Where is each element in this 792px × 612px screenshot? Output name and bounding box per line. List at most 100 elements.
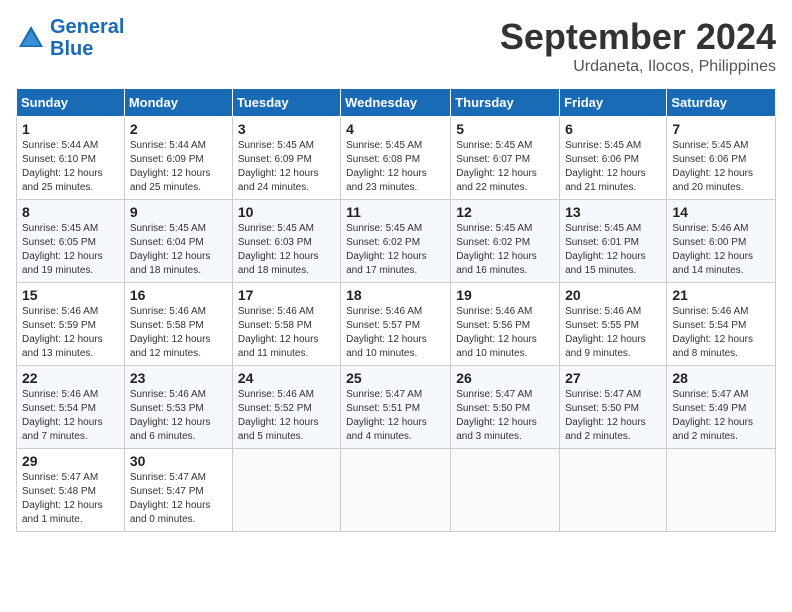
table-cell: 7 Sunrise: 5:45 AMSunset: 6:06 PMDayligh… <box>667 117 776 200</box>
day-info: Sunrise: 5:45 AMSunset: 6:02 PMDaylight:… <box>346 223 427 276</box>
day-number: 6 <box>565 121 661 137</box>
day-info: Sunrise: 5:46 AMSunset: 5:59 PMDaylight:… <box>22 306 103 359</box>
table-cell: 19 Sunrise: 5:46 AMSunset: 5:56 PMDaylig… <box>451 283 560 366</box>
day-info: Sunrise: 5:45 AMSunset: 6:06 PMDaylight:… <box>565 140 646 193</box>
table-cell: 2 Sunrise: 5:44 AMSunset: 6:09 PMDayligh… <box>124 117 232 200</box>
table-row: 29 Sunrise: 5:47 AMSunset: 5:48 PMDaylig… <box>17 449 776 532</box>
table-row: 8 Sunrise: 5:45 AMSunset: 6:05 PMDayligh… <box>17 200 776 283</box>
header-wednesday: Wednesday <box>341 89 451 117</box>
day-info: Sunrise: 5:45 AMSunset: 6:04 PMDaylight:… <box>130 223 211 276</box>
table-row: 15 Sunrise: 5:46 AMSunset: 5:59 PMDaylig… <box>17 283 776 366</box>
day-number: 28 <box>672 370 770 386</box>
day-info: Sunrise: 5:46 AMSunset: 5:54 PMDaylight:… <box>672 306 753 359</box>
day-number: 16 <box>130 287 227 303</box>
day-info: Sunrise: 5:47 AMSunset: 5:49 PMDaylight:… <box>672 389 753 442</box>
day-info: Sunrise: 5:47 AMSunset: 5:50 PMDaylight:… <box>565 389 646 442</box>
day-number: 14 <box>672 204 770 220</box>
day-info: Sunrise: 5:47 AMSunset: 5:48 PMDaylight:… <box>22 472 103 525</box>
day-number: 7 <box>672 121 770 137</box>
day-info: Sunrise: 5:46 AMSunset: 5:54 PMDaylight:… <box>22 389 103 442</box>
day-info: Sunrise: 5:47 AMSunset: 5:50 PMDaylight:… <box>456 389 537 442</box>
day-number: 1 <box>22 121 119 137</box>
day-info: Sunrise: 5:47 AMSunset: 5:47 PMDaylight:… <box>130 472 211 525</box>
table-cell: 24 Sunrise: 5:46 AMSunset: 5:52 PMDaylig… <box>232 366 340 449</box>
day-info: Sunrise: 5:46 AMSunset: 6:00 PMDaylight:… <box>672 223 753 276</box>
table-cell: 27 Sunrise: 5:47 AMSunset: 5:50 PMDaylig… <box>560 366 667 449</box>
table-cell: 4 Sunrise: 5:45 AMSunset: 6:08 PMDayligh… <box>341 117 451 200</box>
day-number: 21 <box>672 287 770 303</box>
day-info: Sunrise: 5:46 AMSunset: 5:53 PMDaylight:… <box>130 389 211 442</box>
table-cell <box>667 449 776 532</box>
table-cell <box>341 449 451 532</box>
day-info: Sunrise: 5:45 AMSunset: 6:09 PMDaylight:… <box>238 140 319 193</box>
day-number: 24 <box>238 370 335 386</box>
header-monday: Monday <box>124 89 232 117</box>
table-cell: 1 Sunrise: 5:44 AMSunset: 6:10 PMDayligh… <box>17 117 125 200</box>
table-cell: 14 Sunrise: 5:46 AMSunset: 6:00 PMDaylig… <box>667 200 776 283</box>
day-info: Sunrise: 5:45 AMSunset: 6:02 PMDaylight:… <box>456 223 537 276</box>
day-number: 20 <box>565 287 661 303</box>
header-tuesday: Tuesday <box>232 89 340 117</box>
day-info: Sunrise: 5:45 AMSunset: 6:06 PMDaylight:… <box>672 140 753 193</box>
day-number: 2 <box>130 121 227 137</box>
calendar-subtitle: Urdaneta, Ilocos, Philippines <box>500 58 776 76</box>
table-cell: 21 Sunrise: 5:46 AMSunset: 5:54 PMDaylig… <box>667 283 776 366</box>
day-number: 23 <box>130 370 227 386</box>
day-number: 30 <box>130 453 227 469</box>
day-info: Sunrise: 5:47 AMSunset: 5:51 PMDaylight:… <box>346 389 427 442</box>
day-number: 4 <box>346 121 445 137</box>
day-number: 3 <box>238 121 335 137</box>
header-saturday: Saturday <box>667 89 776 117</box>
day-number: 15 <box>22 287 119 303</box>
day-number: 10 <box>238 204 335 220</box>
table-cell: 18 Sunrise: 5:46 AMSunset: 5:57 PMDaylig… <box>341 283 451 366</box>
logo-icon <box>16 23 46 53</box>
table-cell: 17 Sunrise: 5:46 AMSunset: 5:58 PMDaylig… <box>232 283 340 366</box>
day-info: Sunrise: 5:46 AMSunset: 5:57 PMDaylight:… <box>346 306 427 359</box>
logo-text: General Blue <box>50 16 124 60</box>
table-cell: 25 Sunrise: 5:47 AMSunset: 5:51 PMDaylig… <box>341 366 451 449</box>
day-info: Sunrise: 5:46 AMSunset: 5:56 PMDaylight:… <box>456 306 537 359</box>
table-cell: 20 Sunrise: 5:46 AMSunset: 5:55 PMDaylig… <box>560 283 667 366</box>
table-cell: 10 Sunrise: 5:45 AMSunset: 6:03 PMDaylig… <box>232 200 340 283</box>
table-cell <box>560 449 667 532</box>
table-cell: 15 Sunrise: 5:46 AMSunset: 5:59 PMDaylig… <box>17 283 125 366</box>
day-info: Sunrise: 5:44 AMSunset: 6:10 PMDaylight:… <box>22 140 103 193</box>
table-cell: 11 Sunrise: 5:45 AMSunset: 6:02 PMDaylig… <box>341 200 451 283</box>
header-sunday: Sunday <box>17 89 125 117</box>
day-number: 12 <box>456 204 554 220</box>
table-cell: 6 Sunrise: 5:45 AMSunset: 6:06 PMDayligh… <box>560 117 667 200</box>
header-thursday: Thursday <box>451 89 560 117</box>
day-number: 13 <box>565 204 661 220</box>
table-cell: 22 Sunrise: 5:46 AMSunset: 5:54 PMDaylig… <box>17 366 125 449</box>
table-row: 22 Sunrise: 5:46 AMSunset: 5:54 PMDaylig… <box>17 366 776 449</box>
day-info: Sunrise: 5:45 AMSunset: 6:08 PMDaylight:… <box>346 140 427 193</box>
day-number: 22 <box>22 370 119 386</box>
logo: General Blue <box>16 16 124 60</box>
table-cell <box>232 449 340 532</box>
calendar-table: Sunday Monday Tuesday Wednesday Thursday… <box>16 88 776 532</box>
table-cell: 12 Sunrise: 5:45 AMSunset: 6:02 PMDaylig… <box>451 200 560 283</box>
day-info: Sunrise: 5:45 AMSunset: 6:03 PMDaylight:… <box>238 223 319 276</box>
table-cell: 26 Sunrise: 5:47 AMSunset: 5:50 PMDaylig… <box>451 366 560 449</box>
table-cell: 5 Sunrise: 5:45 AMSunset: 6:07 PMDayligh… <box>451 117 560 200</box>
page-header: General Blue September 2024 Urdaneta, Il… <box>16 16 776 76</box>
day-number: 19 <box>456 287 554 303</box>
day-info: Sunrise: 5:45 AMSunset: 6:01 PMDaylight:… <box>565 223 646 276</box>
day-info: Sunrise: 5:44 AMSunset: 6:09 PMDaylight:… <box>130 140 211 193</box>
table-cell: 29 Sunrise: 5:47 AMSunset: 5:48 PMDaylig… <box>17 449 125 532</box>
table-cell: 30 Sunrise: 5:47 AMSunset: 5:47 PMDaylig… <box>124 449 232 532</box>
day-number: 9 <box>130 204 227 220</box>
day-info: Sunrise: 5:46 AMSunset: 5:58 PMDaylight:… <box>238 306 319 359</box>
day-number: 5 <box>456 121 554 137</box>
day-info: Sunrise: 5:45 AMSunset: 6:05 PMDaylight:… <box>22 223 103 276</box>
day-info: Sunrise: 5:46 AMSunset: 5:55 PMDaylight:… <box>565 306 646 359</box>
table-cell: 9 Sunrise: 5:45 AMSunset: 6:04 PMDayligh… <box>124 200 232 283</box>
table-cell: 3 Sunrise: 5:45 AMSunset: 6:09 PMDayligh… <box>232 117 340 200</box>
day-number: 25 <box>346 370 445 386</box>
table-row: 1 Sunrise: 5:44 AMSunset: 6:10 PMDayligh… <box>17 117 776 200</box>
table-cell: 23 Sunrise: 5:46 AMSunset: 5:53 PMDaylig… <box>124 366 232 449</box>
day-number: 27 <box>565 370 661 386</box>
table-cell: 13 Sunrise: 5:45 AMSunset: 6:01 PMDaylig… <box>560 200 667 283</box>
day-number: 11 <box>346 204 445 220</box>
